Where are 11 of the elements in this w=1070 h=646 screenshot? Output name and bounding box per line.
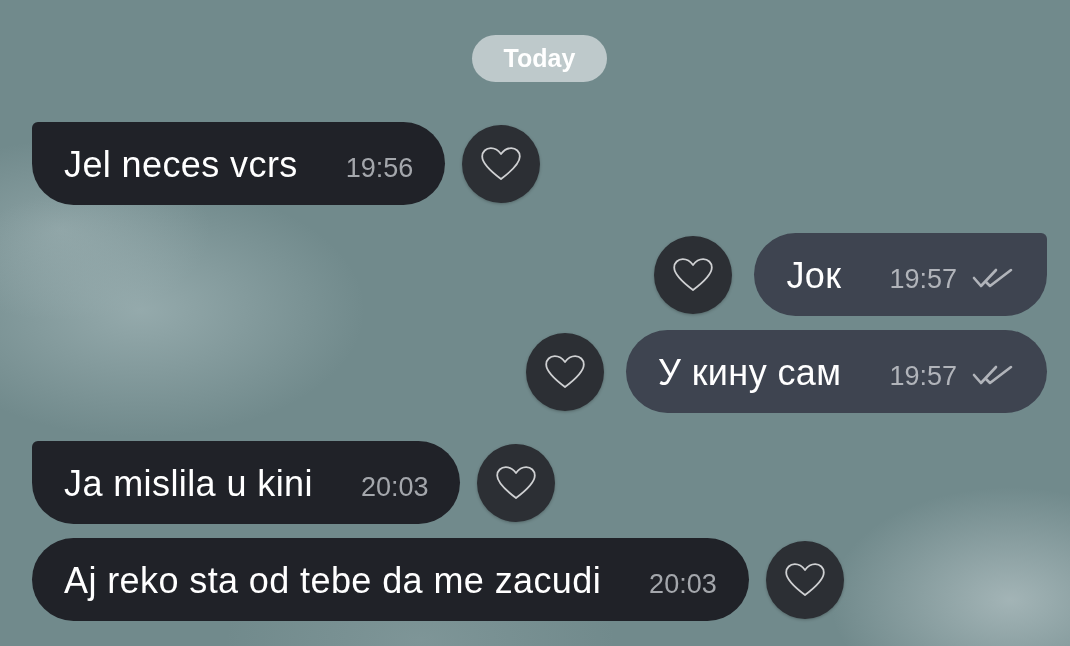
message-time: 19:57 xyxy=(889,360,957,392)
message-text: Jel neces vcrs xyxy=(64,144,298,185)
message-text: У кину сам xyxy=(658,352,842,393)
message-time: 20:03 xyxy=(649,568,717,600)
message-text: Ja mislila u kini xyxy=(64,463,313,504)
message-time: 20:03 xyxy=(360,471,429,503)
date-divider: Today xyxy=(471,35,608,82)
message-text: Aj reko sta od tebe da me zacudi xyxy=(64,560,602,601)
message-time: 19:57 xyxy=(889,263,957,295)
message-time: 19:56 xyxy=(345,152,414,184)
message-text: Јок xyxy=(786,255,842,296)
